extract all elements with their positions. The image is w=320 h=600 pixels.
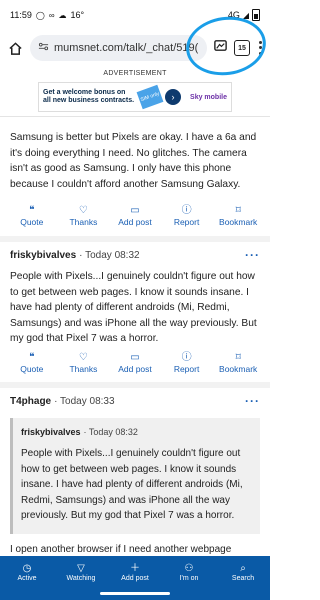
post-body: I open another browser if I need another…	[10, 544, 232, 555]
action-label: Quote	[20, 364, 44, 374]
browser-toolbar: mumsnet.com/talk/_chat/519( 15	[0, 30, 270, 66]
nav-im-on[interactable]: ⚇ I'm on	[164, 563, 214, 582]
add-post-icon: ▭	[130, 205, 140, 216]
address-bar[interactable]: mumsnet.com/talk/_chat/519(	[30, 35, 207, 61]
ad-arrow-icon[interactable]: ›	[165, 89, 181, 105]
quoted-post: friskybivalves · Today 08:32 People with…	[10, 418, 260, 534]
divider	[0, 236, 270, 242]
username[interactable]: friskybivalves	[10, 250, 76, 261]
nav-active[interactable]: ◷ Active	[2, 563, 52, 582]
nav-search[interactable]: ⌕ Search	[218, 563, 268, 582]
action-label: Add post	[118, 364, 152, 374]
plus-icon: ＋	[130, 562, 140, 574]
battery-icon	[252, 9, 260, 21]
post-header: friskybivalves · Today 08:32 ···	[10, 247, 260, 263]
action-label: Thanks	[69, 364, 98, 374]
post-actions: ❝ Quote ♡ Thanks ▭ Add post ⓘ Report ⌑ Bookma…	[0, 352, 270, 374]
quote-body: People with Pixels...I genuinely couldn'…	[21, 448, 243, 521]
report-icon: ⓘ	[181, 205, 192, 216]
report-button[interactable]: ⓘ Report	[163, 352, 211, 374]
nav-label: Search	[231, 574, 255, 582]
action-label: Bookmark	[219, 217, 258, 227]
status-temperature: 16°	[70, 10, 85, 20]
status-bar: 11:59 ◯ ∞ ☁ 16° 4G ◢	[0, 0, 270, 30]
post: T4phage · Today 08:33 ···	[0, 393, 270, 409]
bottom-navigation: ◷ Active ▽ Watching ＋ Add post ⚇ I'm on ⌕ Sea…	[0, 556, 270, 588]
more-options-icon[interactable]: ···	[245, 248, 260, 262]
thanks-button[interactable]: ♡ Thanks	[59, 205, 107, 227]
post-actions: ❝ Quote ♡ Thanks ▭ Add post ⓘ Report ⌑ Bookma…	[0, 205, 270, 227]
action-label: Quote	[20, 217, 44, 227]
post-timestamp: · Today 08:33	[54, 395, 115, 407]
advertisement: ADVERTISEMENT Get a welcome bonus on all…	[0, 70, 270, 114]
add-post-icon: ▭	[130, 352, 140, 363]
status-time: 11:59	[10, 10, 32, 20]
home-icon[interactable]	[6, 39, 24, 57]
post: Samsung is better but Pixels are okay. I…	[0, 130, 270, 192]
thanks-icon: ♡	[78, 205, 88, 216]
ad-sim-card: SIM only	[136, 84, 164, 110]
nav-label: Active	[17, 574, 37, 582]
username[interactable]: T4phage	[10, 396, 51, 407]
people-icon: ⚇	[184, 562, 194, 574]
bookmark-button[interactable]: ⌑ Bookmark	[214, 352, 262, 374]
action-label: Bookmark	[219, 364, 258, 374]
bookmark-button[interactable]: ⌑ Bookmark	[214, 205, 262, 227]
divider	[0, 382, 270, 388]
ad-banner[interactable]: Get a welcome bonus on all new business …	[38, 82, 232, 112]
post-timestamp: · Today 08:32	[79, 249, 140, 261]
bookmark-icon: ⌑	[235, 352, 241, 363]
action-label: Report	[173, 217, 200, 227]
more-options-icon[interactable]: ···	[245, 394, 260, 408]
ad-label: ADVERTISEMENT	[103, 70, 167, 77]
quote-button[interactable]: ❝ Quote	[8, 352, 56, 374]
quote-username[interactable]: friskybivalves	[21, 427, 81, 437]
lens-icon[interactable]	[213, 38, 228, 58]
thanks-icon: ♡	[78, 352, 88, 363]
post: friskybivalves · Today 08:32 ··· People …	[0, 247, 270, 347]
signal-icon: ◢	[242, 10, 249, 20]
whatsapp-icon: ◯	[35, 10, 45, 20]
quote-header: friskybivalves · Today 08:32	[21, 424, 252, 440]
ad-brand-logo: Sky mobile	[190, 93, 227, 101]
post-body: People with Pixels...I genuinely couldn'…	[10, 271, 257, 344]
ad-headline: Get a welcome bonus on all new business …	[43, 89, 135, 104]
overflow-menu-icon[interactable]	[256, 40, 264, 56]
thanks-button[interactable]: ♡ Thanks	[59, 352, 107, 374]
quote-timestamp: · Today 08:32	[83, 427, 138, 437]
action-label: Add post	[118, 217, 152, 227]
quote-icon: ❝	[29, 205, 35, 216]
nav-label: Add post	[121, 574, 149, 582]
status-network: 4G	[227, 10, 240, 20]
gesture-handle[interactable]	[100, 592, 170, 595]
report-button[interactable]: ⓘ Report	[163, 205, 211, 227]
nav-label: Watching	[66, 574, 96, 582]
clock-icon: ◷	[22, 562, 32, 574]
post-body: Samsung is better but Pixels are okay. I…	[10, 132, 257, 190]
url-text: mumsnet.com/talk/_chat/519(	[54, 42, 199, 54]
add-post-button[interactable]: ▭ Add post	[111, 205, 159, 227]
link-icon: ∞	[48, 10, 55, 20]
tab-switcher-button[interactable]: 15	[234, 40, 250, 56]
site-settings-icon[interactable]	[38, 41, 49, 55]
search-icon: ⌕	[240, 562, 246, 574]
filter-icon: ▽	[77, 562, 85, 574]
bookmark-icon: ⌑	[235, 205, 241, 216]
post-header: T4phage · Today 08:33 ···	[10, 393, 260, 409]
divider	[0, 116, 270, 117]
nav-label: I'm on	[179, 574, 199, 582]
nav-watching[interactable]: ▽ Watching	[56, 563, 106, 582]
action-label: Report	[173, 364, 200, 374]
add-post-button[interactable]: ▭ Add post	[111, 352, 159, 374]
nav-add-post[interactable]: ＋ Add post	[110, 563, 160, 582]
quote-button[interactable]: ❝ Quote	[8, 205, 56, 227]
quote-icon: ❝	[29, 352, 35, 363]
weather-icon: ☁	[58, 10, 67, 20]
action-label: Thanks	[69, 217, 98, 227]
report-icon: ⓘ	[181, 352, 192, 363]
